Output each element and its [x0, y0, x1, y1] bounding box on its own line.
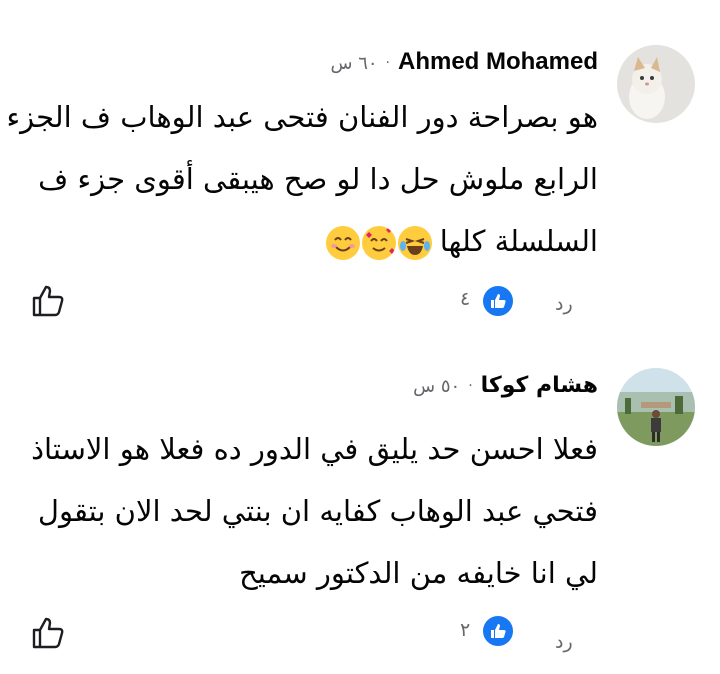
comment-text: هو بصراحة دور الفنان فتحى عبد الوهاب ف ا… [6, 86, 598, 272]
thumbs-up-icon [491, 624, 506, 638]
separator-dot: · [385, 55, 390, 71]
comment-text-line: السلسلة كلها [38, 210, 598, 272]
comment: هشام كوكا · ٥٠ س فعلا احسن حد يليق في الدو… [0, 337, 720, 674]
reply-button[interactable]: رد [555, 293, 573, 315]
comment-text-line: هو بصراحة دور الفنان فتحى عبد الوهاب ف ا… [6, 100, 598, 134]
thumbs-up-outline-icon [32, 285, 64, 317]
comment-header: Ahmed Mohamed · ٦٠ س [330, 48, 598, 78]
avatar[interactable] [617, 368, 695, 446]
outdoor-person-avatar-icon [617, 368, 695, 446]
author-name[interactable]: Ahmed Mohamed [398, 48, 598, 75]
separator-dot: · [468, 378, 473, 394]
like-reaction-badge[interactable] [481, 284, 515, 318]
reply-button[interactable]: رد [555, 631, 573, 653]
thumbs-up-outline-icon [32, 617, 64, 649]
timestamp[interactable]: ٥٠ س [413, 376, 460, 397]
thumbs-up-icon [491, 294, 506, 308]
timestamp[interactable]: ٦٠ س [330, 53, 377, 74]
comment-text-line: فعلا احسن حد يليق في الدور ده فعلا هو ال… [31, 432, 598, 466]
smiling-face-with-hearts-icon [361, 226, 396, 260]
comment-text-fragment: السلسلة كلها [439, 224, 598, 258]
comment-header: هشام كوكا · ٥٠ س [413, 372, 598, 401]
like-count[interactable]: ٤ [460, 288, 470, 310]
comment-text-line: لي انا خايفه من الدكتور سميح [239, 556, 598, 590]
comment-text: فعلا احسن حد يليق في الدور ده فعلا هو ال… [8, 418, 598, 604]
like-reaction-badge[interactable] [481, 614, 515, 648]
like-button[interactable] [30, 615, 66, 651]
comment-text-line: الرابع ملوش حل دا لو صح هيبقى أقوى جزء ف [38, 162, 598, 196]
smiling-face-with-smiling-eyes-icon [325, 226, 360, 260]
comment-text-line: فتحي عبد الوهاب كفايه ان بنتي لحد الان ب… [37, 494, 598, 528]
avatar[interactable] [617, 45, 695, 123]
like-button[interactable] [30, 283, 66, 319]
kitten-avatar-icon [617, 45, 695, 123]
like-count[interactable]: ٢ [460, 619, 470, 641]
emoji-row [325, 226, 432, 260]
comment: Ahmed Mohamed · ٦٠ س هو بصراحة دور الفنان … [0, 0, 720, 337]
author-name[interactable]: هشام كوكا [481, 373, 598, 398]
face-with-tears-of-joy-icon [397, 226, 432, 260]
